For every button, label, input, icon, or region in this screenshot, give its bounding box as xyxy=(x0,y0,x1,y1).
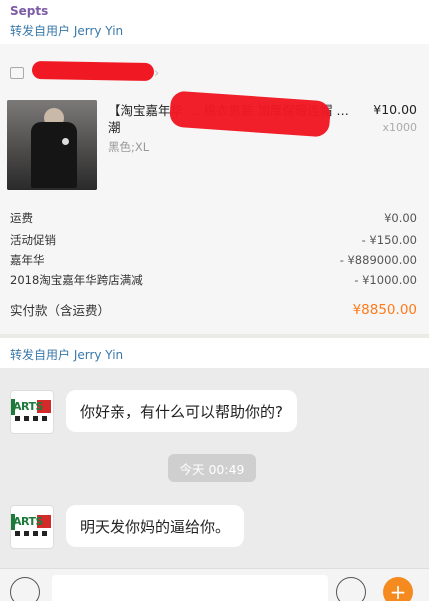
product-quantity: x1000 xyxy=(382,121,417,134)
fee-value: - ¥889000.00 xyxy=(339,253,417,267)
fee-row: 活动促销 - ¥150.00 xyxy=(10,231,417,249)
total-label: 实付款（含运费） xyxy=(10,303,111,318)
fee-row: 2018淘宝嘉年华跨店满减 - ¥1000.00 xyxy=(10,271,417,289)
avatar-logo-text: ARTS xyxy=(13,400,43,413)
forwarded-from-label: 转发自用户 Jerry Yin xyxy=(10,348,124,362)
emoji-icon[interactable] xyxy=(336,577,366,601)
fee-value: ¥0.00 xyxy=(384,211,417,225)
avatar[interactable]: ARTS xyxy=(10,505,54,549)
fee-label: 运费 xyxy=(10,211,33,225)
voice-icon[interactable] xyxy=(10,577,40,601)
fee-row: 运费 ¥0.00 xyxy=(10,209,417,227)
total-row: 实付款（含运费） ¥8850.00 xyxy=(10,300,417,319)
forwarded-order-card: Septs 转发自用户 Jerry Yin › 【淘宝嘉年华 … 棉衣男装 加厚… xyxy=(0,0,429,334)
fee-value: - ¥1000.00 xyxy=(354,273,417,287)
fee-row: 嘉年华 - ¥889000.00 xyxy=(10,251,417,269)
input-bar: + xyxy=(0,568,429,601)
message-bubble[interactable]: 你好亲，有什么可以帮助你的? xyxy=(66,390,297,432)
product-price: ¥10.00 xyxy=(373,102,417,117)
timestamp-chip: 今天 00:49 xyxy=(168,454,256,482)
message-text: 你好亲，有什么可以帮助你的? xyxy=(80,402,283,421)
order-panel[interactable]: › 【淘宝嘉年华 … 棉衣男装 加厚保暖连帽 … 潮 黑色;XL ¥10.00 … xyxy=(0,44,429,334)
fee-label: 2018淘宝嘉年华跨店满减 xyxy=(10,273,143,287)
chevron-right-icon: › xyxy=(154,65,160,81)
avatar[interactable]: ARTS xyxy=(10,390,54,434)
total-value: ¥8850.00 xyxy=(352,301,417,318)
sender-name[interactable]: Septs xyxy=(10,4,48,18)
message-bubble[interactable]: 明天发你妈的逼给你。 xyxy=(66,505,245,547)
chat-card-header: 转发自用户 Jerry Yin xyxy=(0,338,429,368)
fee-label: 嘉年华 xyxy=(10,253,45,267)
message-text: 明天发你妈的逼给你。 xyxy=(80,517,231,536)
redaction-mark xyxy=(31,60,155,82)
plus-icon[interactable]: + xyxy=(383,577,413,601)
product-spec: 黑色;XL xyxy=(108,140,150,154)
fee-label: 活动促销 xyxy=(10,233,56,247)
fee-value: - ¥150.00 xyxy=(361,233,417,247)
avatar-logo-text: ARTS xyxy=(13,515,43,528)
shop-icon xyxy=(10,67,24,79)
product-image[interactable] xyxy=(7,100,97,190)
forwarded-chat-card: 转发自用户 Jerry Yin ARTS 你好亲，有什么可以帮助你的? 今天 0… xyxy=(0,338,429,601)
forwarded-from-label: 转发自用户 Jerry Yin xyxy=(10,24,124,38)
message-input[interactable] xyxy=(52,575,328,601)
